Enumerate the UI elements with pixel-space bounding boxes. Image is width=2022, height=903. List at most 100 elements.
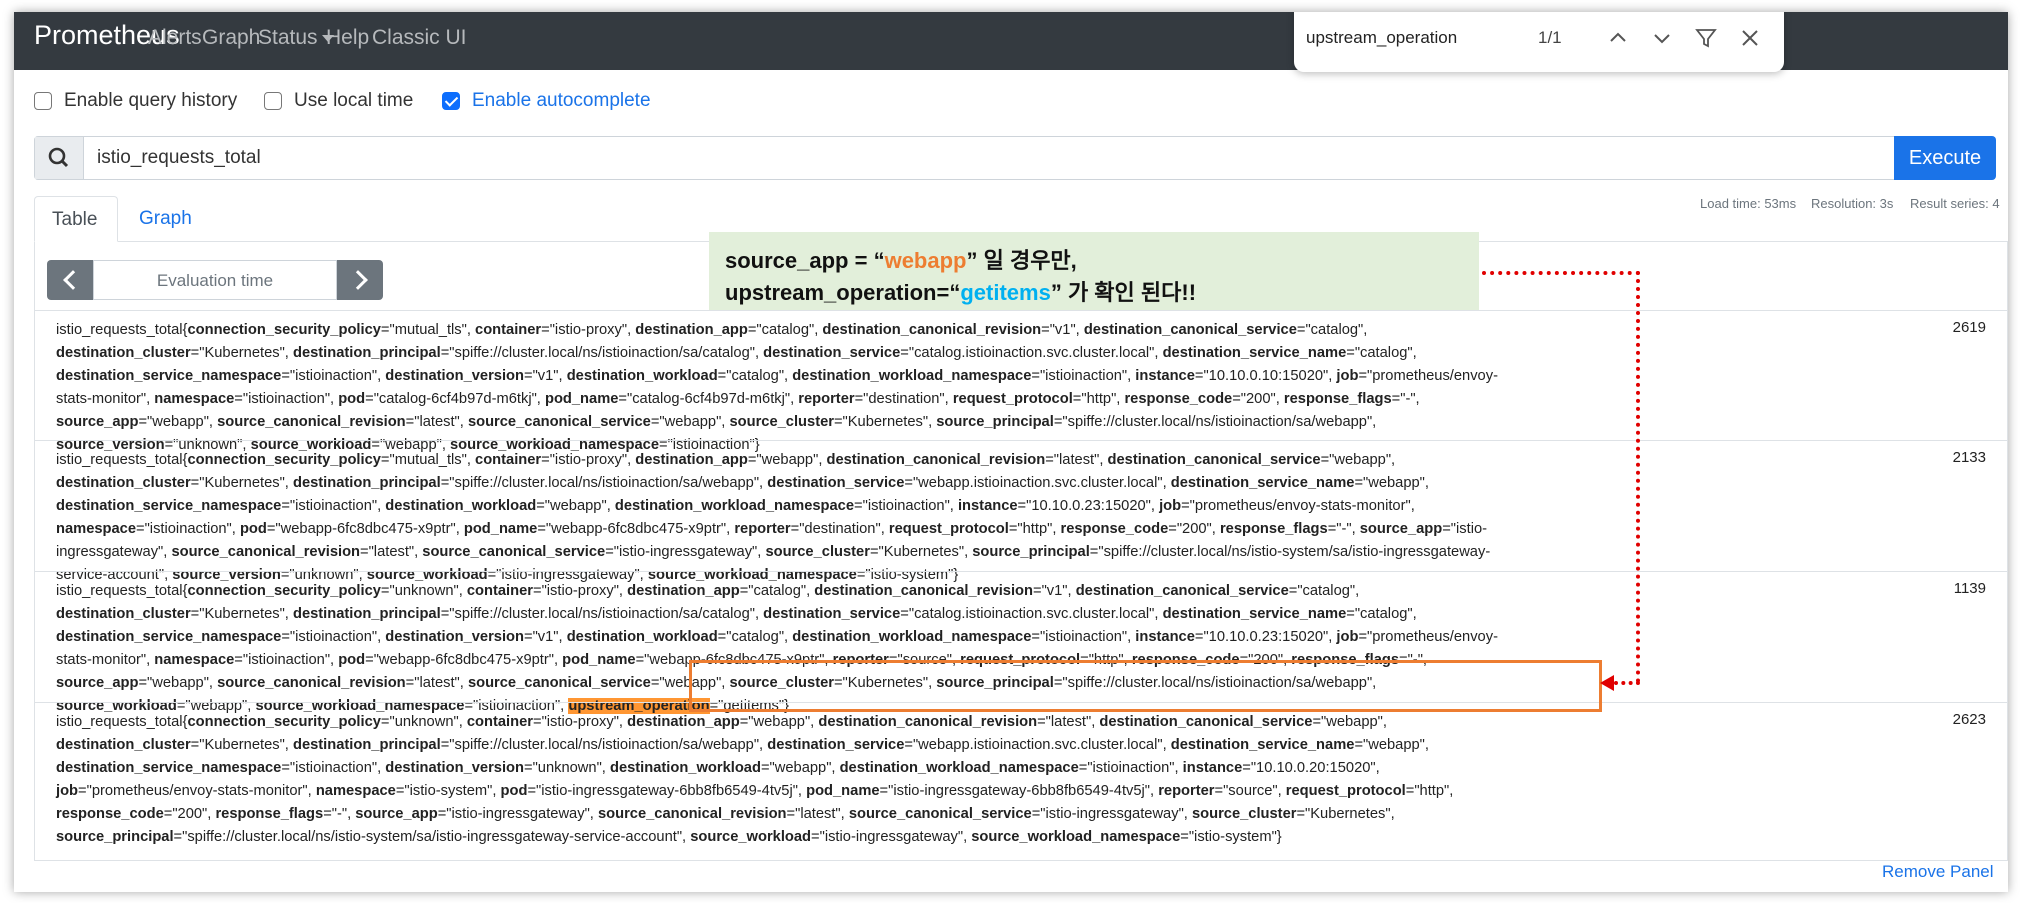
label-name: pod [338,391,366,407]
label-name: source_canonical_revision [597,806,787,822]
label-name: source_principal [936,414,1054,430]
label-name: destination_canonical_revision [814,583,1033,599]
arrow-icon [1600,675,1614,691]
label-name: destination_workload [609,760,761,776]
expression-input[interactable]: istio_requests_total [97,147,261,169]
label-name: pod_name [562,652,636,668]
tab-table-label: Table [52,209,98,230]
find-input[interactable]: upstream_operation [1306,28,1457,48]
label-name: destination_canonical_service [1107,452,1321,468]
label-name: job [1336,629,1359,645]
label-name: destination_principal [292,475,441,491]
highlight-box [689,660,1602,712]
table-row: istio_requests_total{connection_security… [34,440,2008,583]
label-name: destination_version [385,629,524,645]
label-name: destination_cluster [56,737,191,753]
execute-button[interactable]: Execute [1894,136,1996,180]
series-value: 2133 [1952,449,1986,466]
checkbox-checked[interactable] [442,92,460,110]
chevron-down-icon[interactable] [1648,24,1676,52]
series-labels: istio_requests_total{connection_security… [56,452,1491,583]
annotation-callout: source_app = “webapp” 일 경우만, upstream_op… [709,232,1479,310]
label-name: destination_workload [566,629,718,645]
nav-help[interactable]: Help [326,26,369,50]
label-name: response_code [1060,521,1169,537]
label-name: destination_service_namespace [56,368,282,384]
label-name: destination_cluster [56,345,191,361]
label-name: destination_workload [566,368,718,384]
label-name: instance [1182,760,1243,776]
search-icon [35,137,84,179]
label-name: destination_app [627,714,740,730]
label-name: namespace [154,391,235,407]
annotation-text: upstream_operation=“ [725,280,961,305]
find-bar: upstream_operation 1/1 [1294,12,1784,72]
nav-status[interactable]: Status [258,26,334,50]
dotted-connector [1636,271,1640,683]
query-input-group: istio_requests_total [34,136,1976,180]
chevron-up-icon[interactable] [1604,24,1632,52]
label-name: container [475,322,542,338]
label-name: job [56,783,79,799]
label-name: source_cluster [765,544,870,560]
label-name: source_canonical_revision [171,544,361,560]
remove-panel-link[interactable]: Remove Panel [1882,862,1994,882]
label-name: destination_canonical_service [1083,322,1297,338]
annotation-text: ” 가 확인 된다!! [1050,280,1197,305]
label-name: job [1159,498,1182,514]
label-name: destination_service_name [1162,345,1347,361]
label-name: request_protocol [952,391,1073,407]
nav-alerts[interactable]: Alerts [148,26,202,50]
series-value: 2619 [1952,319,1986,336]
label-name: job [1336,368,1359,384]
eval-prev-button[interactable] [47,260,93,300]
label-name: source_canonical_revision [217,414,406,430]
label-name: destination_workload_namespace [792,629,1032,645]
label-name: pod_name [544,391,619,407]
label-name: destination_canonical_revision [826,452,1046,468]
eval-next-button[interactable] [337,260,383,300]
table-row: istio_requests_total{connection_security… [34,310,2008,453]
label-name: destination_service [767,737,905,753]
label-name: destination_cluster [56,606,191,622]
label-name: destination_workload_namespace [839,760,1079,776]
label-name: destination_canonical_service [1075,583,1289,599]
label-name: destination_workload_namespace [792,368,1032,384]
series-value: 1139 [1953,580,1986,597]
label-name: source_workload_namespace [971,829,1181,845]
dotted-connector [1614,681,1640,685]
label-name: instance [1135,368,1195,384]
checkbox[interactable] [34,92,52,110]
browser-frame: Prometheus Alerts Graph Status Help Clas… [14,12,2008,892]
nav-graph[interactable]: Graph [202,26,260,50]
label-name: pod [500,783,528,799]
label-name: destination_workload_namespace [614,498,855,514]
tab-table[interactable]: Table [34,196,118,242]
label-name: destination_principal [292,737,441,753]
label-name: response_flags [1283,391,1392,407]
label-name: destination_service_name [1170,737,1355,753]
label-name: source_canonical_service [467,675,651,691]
filter-icon[interactable] [1692,24,1720,52]
label-name: destination_service_name [1162,606,1347,622]
label-name: source_canonical_revision [217,675,406,691]
label-name: connection_security_policy [187,583,381,599]
evaluation-time-input[interactable]: Evaluation time [93,260,337,300]
label-name: source_canonical_service [422,544,606,560]
annotation-line-1: source_app = “webapp” 일 경우만, [725,243,1077,275]
label-name: destination_service_namespace [56,629,282,645]
label-name: source_canonical_service [848,806,1032,822]
annotation-highlight-webapp: webapp [884,248,967,273]
load-time: Load time: 53ms [1700,196,1797,211]
label-name: response_flags [1219,521,1328,537]
checkbox[interactable] [264,92,282,110]
label-name: destination_app [635,452,748,468]
label-name: reporter [1158,783,1215,799]
nav-classic-ui[interactable]: Classic UI [372,26,467,50]
tab-graph[interactable]: Graph [139,208,192,230]
annotation-text: source_app = “ [725,248,885,273]
label-name: connection_security_policy [187,714,381,730]
label-name: source_canonical_service [467,414,651,430]
close-icon[interactable] [1736,24,1764,52]
option-label: Enable query history [64,90,238,111]
